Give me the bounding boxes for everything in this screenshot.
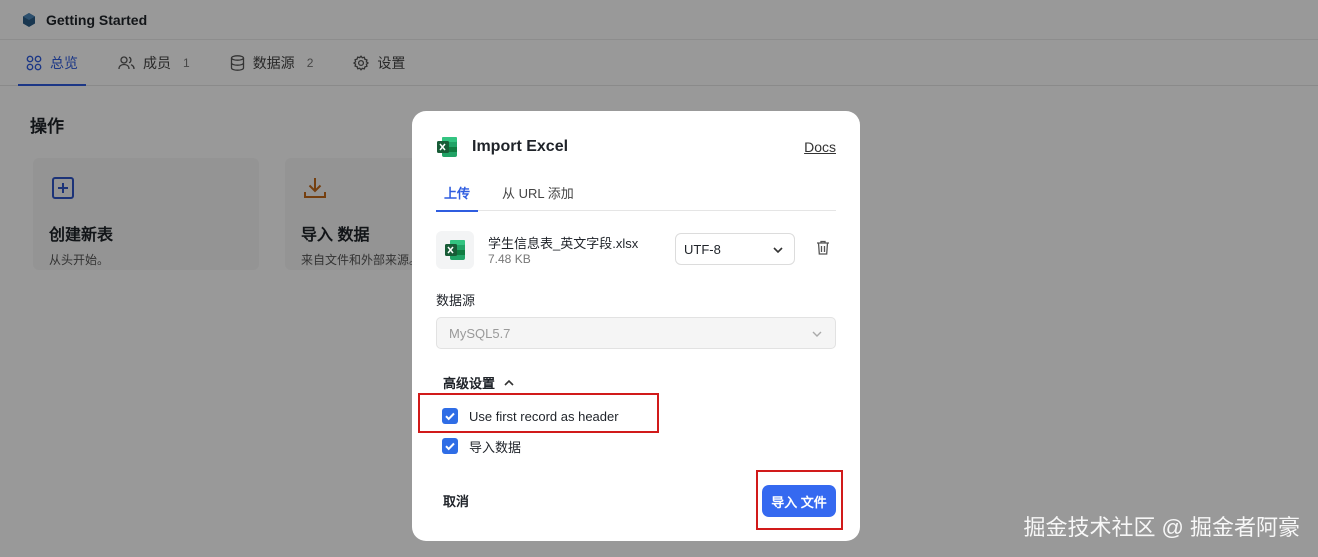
tab-upload[interactable]: 上传 bbox=[436, 179, 479, 212]
trash-icon[interactable] bbox=[816, 240, 830, 255]
use-header-label: Use first record as header bbox=[469, 408, 619, 424]
encoding-select[interactable]: UTF-8 bbox=[675, 233, 795, 265]
cancel-button[interactable]: 取消 bbox=[443, 491, 469, 510]
import-data-option[interactable]: 导入数据 bbox=[442, 437, 521, 455]
advanced-settings-label: 高级设置 bbox=[443, 376, 496, 391]
file-icon-box bbox=[436, 231, 474, 269]
datasource-label: 数据源 bbox=[436, 293, 476, 308]
file-row: 学生信息表_英文字段.xlsx 7.48 KB UTF-8 bbox=[436, 231, 836, 271]
import-excel-dialog: Import Excel Docs 上传 从 URL 添加 学生信息表_英文字段… bbox=[412, 111, 860, 541]
file-name: 学生信息表_英文字段.xlsx bbox=[488, 236, 639, 251]
file-size: 7.48 KB bbox=[488, 252, 531, 266]
excel-icon bbox=[437, 137, 457, 157]
import-data-label: 导入数据 bbox=[469, 439, 522, 455]
excel-file-icon bbox=[445, 240, 465, 260]
dialog-header: Import Excel Docs bbox=[436, 135, 836, 159]
encoding-value: UTF-8 bbox=[684, 241, 721, 257]
check-icon bbox=[445, 412, 455, 421]
checkbox-checked[interactable] bbox=[442, 408, 458, 424]
check-icon bbox=[445, 442, 455, 451]
datasource-select[interactable]: MySQL5.7 bbox=[436, 317, 836, 349]
use-header-option[interactable]: Use first record as header bbox=[442, 407, 619, 425]
dialog-tabs: 上传 从 URL 添加 bbox=[436, 179, 836, 212]
tab-add-from-url[interactable]: 从 URL 添加 bbox=[494, 179, 582, 211]
datasource-value: MySQL5.7 bbox=[449, 325, 511, 341]
chevron-down-icon bbox=[773, 247, 783, 254]
watermark: 掘金技术社区 @ 掘金者阿豪 bbox=[1023, 515, 1300, 540]
advanced-settings-toggle[interactable]: 高级设置 bbox=[443, 373, 515, 392]
chevron-down-icon bbox=[812, 331, 822, 337]
dialog-title: Import Excel bbox=[472, 138, 569, 155]
chevron-up-icon bbox=[504, 379, 514, 386]
import-file-button[interactable]: 导入 文件 bbox=[762, 485, 836, 517]
docs-link[interactable]: Docs bbox=[804, 139, 836, 155]
checkbox-checked[interactable] bbox=[442, 438, 458, 454]
